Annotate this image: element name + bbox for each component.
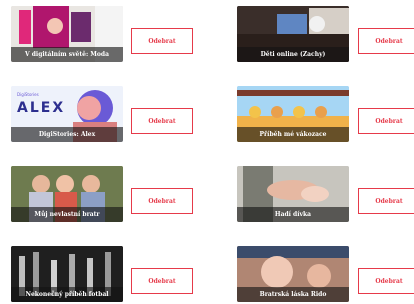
- video-thumbnail[interactable]: Můj nevlastní bratr: [11, 166, 123, 222]
- remove-button[interactable]: Odebrat: [131, 268, 193, 294]
- thumbnail-logo-text: DigiStories: [17, 92, 39, 97]
- remove-button[interactable]: Odebrat: [131, 108, 193, 134]
- video-title: Nekonečný příběh fotbal: [11, 287, 123, 302]
- video-thumbnail[interactable]: Hadí dívka: [237, 166, 349, 222]
- remove-button[interactable]: Odebrat: [131, 28, 193, 54]
- video-title: Bratrská láska Rido: [237, 287, 349, 302]
- video-thumbnail[interactable]: DigiStories ALEX DigiStories: Alex: [11, 86, 123, 142]
- video-thumbnail[interactable]: V digitálním světě: Moda: [11, 6, 123, 62]
- thumbnail-word: ALEX: [17, 100, 66, 116]
- remove-button[interactable]: Odebrat: [358, 28, 414, 54]
- remove-button[interactable]: Odebrat: [358, 268, 414, 294]
- video-thumbnail[interactable]: Děti online (Zachy): [237, 6, 349, 62]
- video-title: Příběh mé vákozace: [237, 127, 349, 142]
- video-thumbnail[interactable]: Nekonečný příběh fotbal: [11, 246, 123, 302]
- remove-button[interactable]: Odebrat: [358, 188, 414, 214]
- video-title: DigiStories: Alex: [11, 127, 123, 142]
- remove-button[interactable]: Odebrat: [358, 108, 414, 134]
- video-title: V digitálním světě: Moda: [11, 47, 123, 62]
- video-title: Děti online (Zachy): [237, 47, 349, 62]
- video-thumbnail[interactable]: Bratrská láska Rido: [237, 246, 349, 302]
- remove-button[interactable]: Odebrat: [131, 188, 193, 214]
- video-thumbnail[interactable]: Příběh mé vákozace: [237, 86, 349, 142]
- video-title: Hadí dívka: [237, 207, 349, 222]
- video-title: Můj nevlastní bratr: [11, 207, 123, 222]
